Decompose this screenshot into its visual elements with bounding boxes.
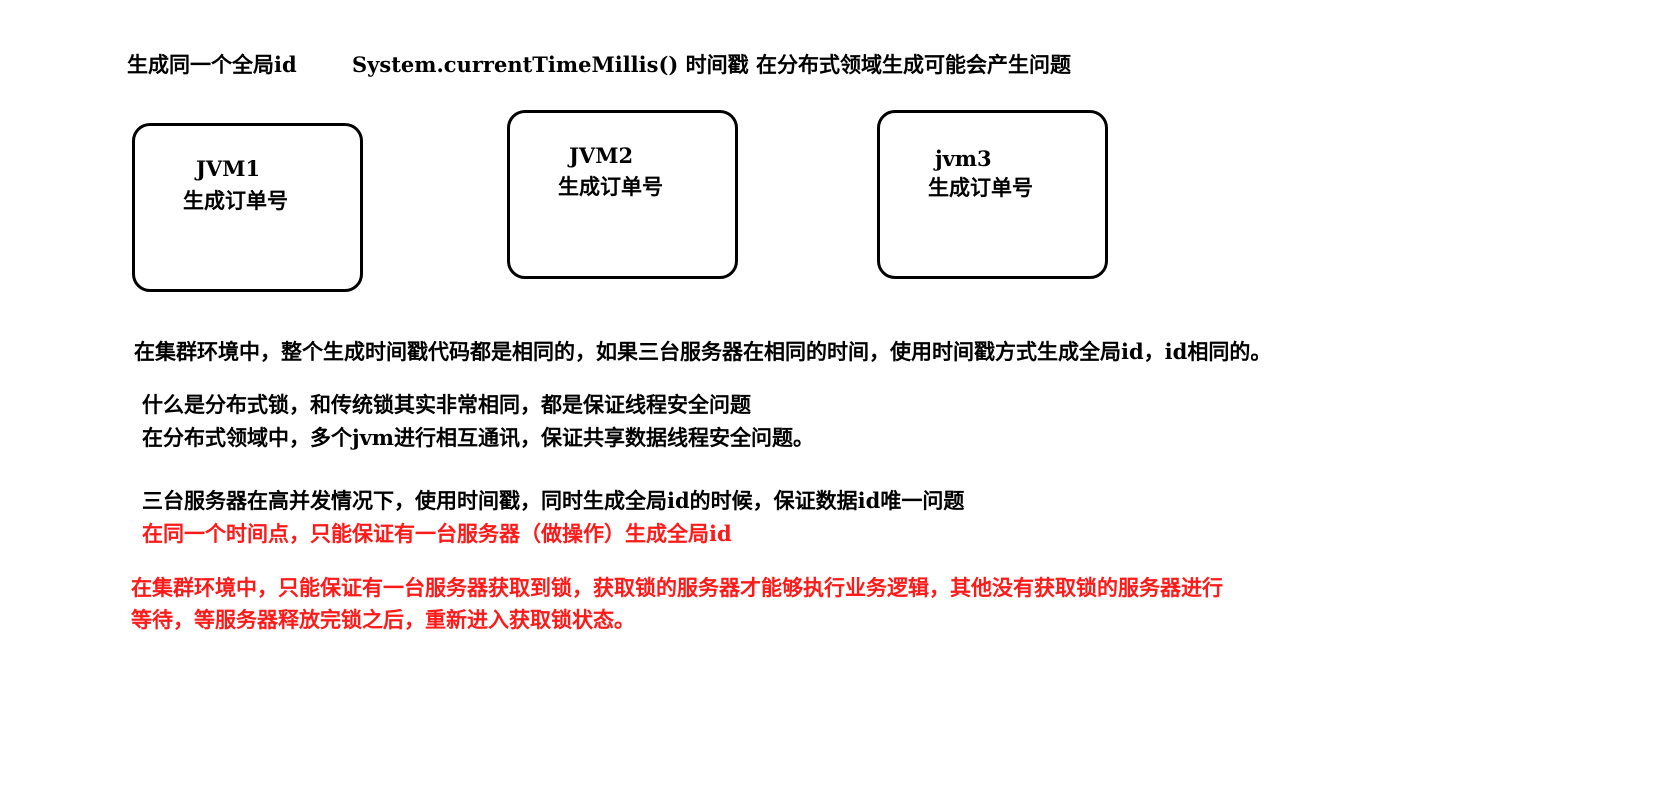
jvm2-label: 生成订单号: [558, 174, 663, 199]
what-is-lock-text: 什么是分布式锁，和传统锁其实非常相同，都是保证线程安全问题: [142, 392, 751, 417]
header-note: System.currentTimeMillis() 时间戳 在分布式领域生成可…: [352, 52, 1071, 77]
distributed-domain-text: 在分布式领域中，多个jvm进行相互通讯，保证共享数据线程安全问题。: [142, 425, 815, 450]
cluster-lock-line2: 等待，等服务器释放完锁之后，重新进入获取锁状态。: [131, 607, 635, 632]
header-title: 生成同一个全局id: [127, 52, 297, 77]
jvm2-name: JVM2: [569, 143, 634, 168]
jvm2-box: JVM2 生成订单号: [507, 110, 738, 279]
high-concurrency-text: 三台服务器在高并发情况下，使用时间戳，同时生成全局id的时候，保证数据id唯一问…: [142, 488, 965, 513]
jvm3-name: jvm3: [935, 146, 992, 171]
cluster-lock-line1: 在集群环境中，只能保证有一台服务器获取到锁，获取锁的服务器才能够执行业务逻辑，其…: [131, 575, 1223, 600]
jvm1-label: 生成订单号: [183, 188, 288, 213]
jvm1-box: JVM1 生成订单号: [132, 123, 363, 292]
same-time-point-text: 在同一个时间点，只能保证有一台服务器（做操作）生成全局id: [142, 521, 732, 546]
cluster-problem-text: 在集群环境中，整个生成时间戳代码都是相同的，如果三台服务器在相同的时间，使用时间…: [134, 339, 1272, 364]
jvm3-box: jvm3 生成订单号: [877, 110, 1108, 279]
jvm3-label: 生成订单号: [928, 175, 1033, 200]
jvm1-name: JVM1: [196, 156, 261, 181]
